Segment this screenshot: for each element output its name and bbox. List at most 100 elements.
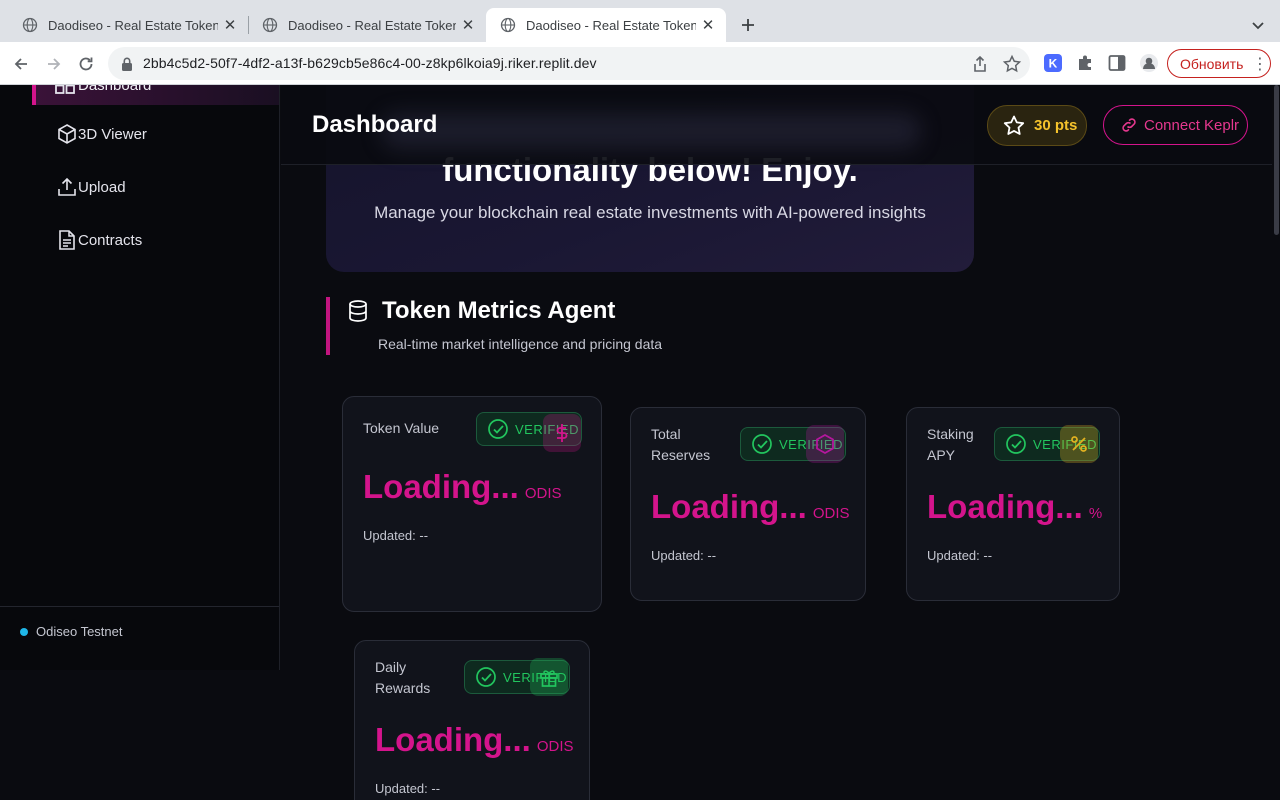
database-icon — [349, 300, 367, 322]
connect-keplr-button[interactable]: Connect Keplr — [1103, 105, 1248, 145]
hexagon-icon — [806, 425, 844, 463]
updated-text: Updated: -- — [363, 528, 429, 543]
scrollbar-thumb[interactable] — [1274, 85, 1279, 235]
url-text: 2bb4c5d2-50f7-4df2-a13f-b629cb5e86c4-00-… — [143, 55, 597, 71]
chevron-down-icon[interactable] — [1248, 15, 1268, 35]
card-label: Daily Rewards — [375, 659, 431, 696]
card-label: Total Reserves — [651, 426, 711, 463]
updated-text: Updated: -- — [375, 781, 441, 796]
tab-title: Daodiseo - Real Estate Tokeniz — [48, 17, 218, 33]
page-title: Dashboard — [312, 111, 438, 138]
metric-card-staking-apy[interactable]: Staking APY VERIFIED Loading...% Updated… — [906, 407, 1120, 601]
globe-icon — [500, 17, 516, 33]
dollar-icon — [543, 414, 581, 452]
document-icon — [59, 230, 75, 250]
extensions-puzzle-icon[interactable] — [1075, 53, 1095, 73]
check-circle-icon — [488, 419, 508, 439]
share-icon[interactable] — [970, 54, 990, 74]
new-tab-button[interactable] — [736, 13, 760, 37]
network-label: Odiseo Testnet — [36, 624, 123, 639]
card-label: Token Value — [363, 420, 440, 436]
page-header: Dashboard 30 pts Connect Keplr — [281, 85, 1280, 165]
updated-text: Updated: -- — [651, 548, 717, 563]
arrow-right-icon — [48, 58, 61, 70]
lock-icon — [122, 57, 132, 71]
side-panel-icon[interactable] — [1107, 53, 1127, 73]
hero-subtitle: Manage your blockchain real estate inves… — [374, 203, 926, 222]
value-unit: ODIS — [524, 485, 562, 502]
section-title: Token Metrics Agent — [382, 297, 616, 324]
value-unit: ODIS — [536, 738, 574, 755]
reload-icon — [79, 57, 93, 71]
connect-label: Connect Keplr — [1144, 116, 1240, 134]
metric-card-total-reserves[interactable]: Total Reserves VERIFIED Loading... ODIS U… — [630, 407, 866, 601]
token-metrics-section: Token Metrics Agent Real-time market int… — [326, 297, 926, 355]
reload-button[interactable] — [73, 51, 99, 77]
tab-title: Daodiseo - Real Estate Tokeniz — [288, 17, 456, 33]
sidebar-divider — [0, 606, 279, 607]
upload-icon — [58, 177, 76, 196]
sidebar: Dashboard 3D Viewer Upload Contracts Odi… — [0, 85, 280, 670]
points-badge[interactable]: 30 pts — [987, 105, 1087, 146]
close-icon[interactable]: ✕ — [700, 17, 716, 34]
profile-avatar-icon[interactable] — [1139, 53, 1159, 73]
link-icon — [1122, 118, 1136, 132]
sidebar-item-label: Dashboard — [78, 85, 152, 94]
update-button-label: Обновить — [1180, 55, 1244, 72]
check-circle-icon — [1006, 434, 1026, 454]
bookmark-star-icon[interactable] — [1002, 54, 1022, 74]
browser-toolbar: 2bb4c5d2-50f7-4df2-a13f-b629cb5e86c4-00-… — [0, 42, 1280, 85]
browser-tabstrip: Daodiseo - Real Estate Tokeniz ✕ Daodise… — [0, 0, 1280, 42]
value-text: Loading... — [927, 488, 1083, 525]
check-circle-icon — [752, 434, 772, 454]
browser-tab-1[interactable]: Daodiseo - Real Estate Tokeniz ✕ — [8, 8, 248, 42]
metric-card-daily-rewards[interactable]: Daily Rewards VERIFIED Loading... ODIS Up… — [354, 640, 590, 800]
sidebar-item-upload[interactable]: Upload — [56, 174, 126, 200]
sidebar-item-dashboard[interactable]: Dashboard — [32, 85, 279, 105]
value-text: Loading... — [375, 721, 531, 758]
address-bar[interactable]: 2bb4c5d2-50f7-4df2-a13f-b629cb5e86c4-00-… — [108, 47, 1030, 80]
value-text: Loading... — [363, 468, 519, 505]
close-icon[interactable]: ✕ — [222, 17, 238, 34]
card-value: Loading...% — [927, 488, 1102, 526]
card-label: Staking APY — [927, 426, 974, 463]
back-button[interactable] — [8, 51, 34, 77]
arrow-left-icon — [14, 58, 27, 70]
forward-button[interactable] — [41, 51, 67, 77]
browser-tab-2[interactable]: Daodiseo - Real Estate Tokeniz ✕ — [248, 8, 486, 42]
sidebar-item-contracts[interactable]: Contracts — [56, 227, 142, 253]
card-value: Loading... ODIS — [651, 488, 850, 526]
updated-text: Updated: -- — [927, 548, 993, 563]
svg-text:K: K — [1049, 57, 1058, 71]
dashboard-grid-icon — [55, 85, 75, 94]
section-subtitle: Real-time market intelligence and pricin… — [378, 336, 663, 352]
card-value: Loading... ODIS — [363, 468, 562, 506]
main-content: functionality below! Enjoy. Manage your … — [281, 85, 1280, 800]
value-unit: ODIS — [812, 505, 850, 522]
network-status: Odiseo Testnet — [20, 624, 122, 639]
sidebar-item-label: 3D Viewer — [78, 125, 147, 143]
cube-icon — [58, 124, 76, 144]
points-label: 30 pts — [1034, 117, 1078, 134]
more-vert-icon[interactable]: ⋮ — [1252, 54, 1268, 74]
keplr-extension-icon[interactable]: K — [1043, 53, 1063, 73]
network-status-dot — [20, 627, 28, 636]
page-scrollbar[interactable] — [1272, 85, 1280, 800]
check-circle-icon — [476, 667, 496, 687]
star-icon — [1003, 115, 1025, 135]
globe-icon — [22, 17, 38, 33]
sidebar-item-label: Upload — [78, 178, 126, 196]
plus-icon — [742, 19, 754, 31]
metric-card-token-value[interactable]: Token Value VERIFIED Loading... ODIS Upda… — [342, 396, 602, 612]
browser-tab-3[interactable]: Daodiseo - Real Estate Tokeniz ✕ — [486, 8, 726, 42]
card-value: Loading... ODIS — [375, 721, 574, 759]
close-icon[interactable]: ✕ — [460, 17, 476, 34]
header-blur — [381, 113, 921, 149]
gift-icon — [530, 658, 568, 696]
value-unit: % — [1088, 505, 1103, 522]
value-text: Loading... — [651, 488, 807, 525]
sidebar-item-label: Contracts — [78, 231, 143, 249]
tab-title: Daodiseo - Real Estate Tokeniz — [526, 17, 696, 33]
sidebar-item-3d-viewer[interactable]: 3D Viewer — [56, 121, 147, 147]
percent-icon — [1060, 425, 1098, 463]
